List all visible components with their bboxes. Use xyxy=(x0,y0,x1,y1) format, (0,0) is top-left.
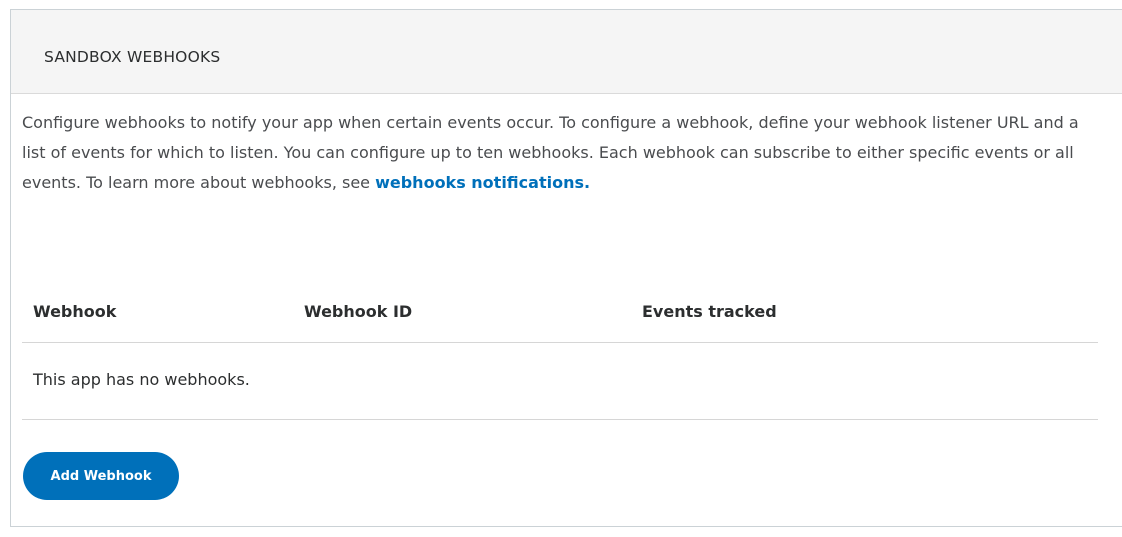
add-webhook-button[interactable]: Add Webhook xyxy=(23,452,179,500)
column-header-webhook-id: Webhook ID xyxy=(304,302,413,321)
column-header-events-tracked: Events tracked xyxy=(642,302,777,321)
sandbox-webhooks-panel: SANDBOX WEBHOOKS xyxy=(10,9,1122,527)
empty-message: This app has no webhooks. xyxy=(33,370,250,389)
webhooks-description: Configure webhooks to notify your app wh… xyxy=(22,108,1082,198)
webhooks-notifications-link[interactable]: webhooks notifications. xyxy=(375,173,590,192)
webhooks-table-header: Webhook Webhook ID Events tracked xyxy=(22,298,1098,343)
table-empty-row: This app has no webhooks. xyxy=(22,343,1098,420)
column-header-webhook: Webhook xyxy=(33,302,117,321)
panel-header: SANDBOX WEBHOOKS xyxy=(11,10,1122,94)
panel-title: SANDBOX WEBHOOKS xyxy=(44,47,221,66)
